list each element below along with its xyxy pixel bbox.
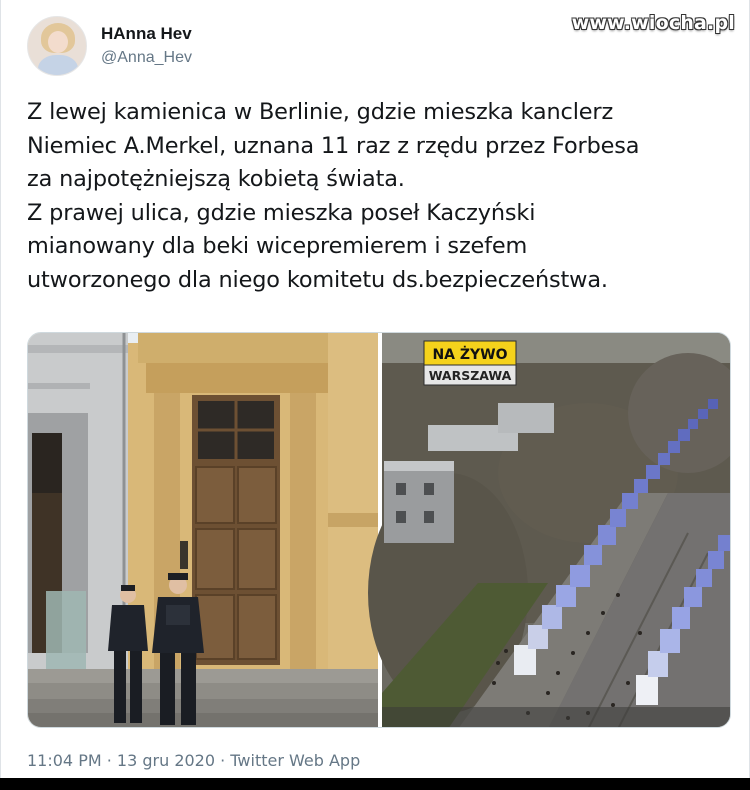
tweet-header: HAnna Hev @Anna_Hev xyxy=(27,14,192,78)
live-label: NA ŻYWO xyxy=(432,346,507,363)
author-names: HAnna Hev @Anna_Hev xyxy=(101,23,192,69)
tweet-text-line: Niemiec A.Merkel, uznana 11 raz z rzędu … xyxy=(27,132,640,159)
tweet-text-line: Z lewej kamienica w Berlinie, gdzie mies… xyxy=(27,99,614,125)
tweet-text-line: Z prawej ulica, gdzie mieszka poseł Kacz… xyxy=(27,199,536,226)
avatar-face xyxy=(48,31,68,53)
display-name[interactable]: HAnna Hev xyxy=(101,23,192,45)
bottom-bar xyxy=(0,778,750,790)
live-overlay: NA ŻYWO WARSZAWA xyxy=(423,340,517,386)
tweet-text-line: mianowany dla beki wicepremierem i szefe… xyxy=(27,233,528,259)
tweet-text-line: utworzonego dla niego komitetu ds.bezpie… xyxy=(27,266,608,293)
tweet-text: Z lewej kamienica w Berlinie, gdzie mies… xyxy=(27,96,727,297)
tweet-card: HAnna Hev @Anna_Hev www.wiocha.pl Z lewe… xyxy=(0,0,750,778)
photo-berlin-building xyxy=(28,333,378,727)
avatar[interactable] xyxy=(27,16,87,76)
tweet-media[interactable]: NA ŻYWO WARSZAWA xyxy=(27,332,731,728)
location-label: WARSZAWA xyxy=(429,368,512,383)
user-handle[interactable]: @Anna_Hev xyxy=(101,47,192,69)
tweet-timestamp[interactable]: 11:04 PM · 13 gru 2020 · Twitter Web App xyxy=(27,750,360,772)
media-collage: NA ŻYWO WARSZAWA xyxy=(28,333,730,727)
tweet-text-line: za najpotężniejszą kobietą świata. xyxy=(27,166,405,192)
site-watermark: www.wiocha.pl xyxy=(571,12,735,34)
photo-warsaw-street: NA ŻYWO WARSZAWA xyxy=(368,333,730,727)
